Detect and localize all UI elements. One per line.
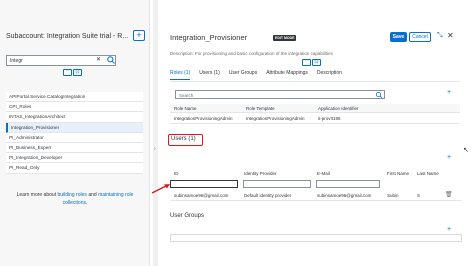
close-icon[interactable]: ✕: [447, 31, 454, 40]
user-groups-search-input[interactable]: [170, 234, 462, 242]
description-text: Description: For provisioning and basic …: [170, 51, 333, 56]
save-button[interactable]: Save: [390, 32, 407, 42]
exit-fullscreen-icon[interactable]: ⤡: [437, 32, 443, 40]
roles-search-input[interactable]: Search: [175, 90, 385, 99]
user-groups-heading: User Groups: [170, 213, 205, 219]
collapse-header-icon[interactable]: ⌃: [63, 69, 72, 76]
tab-user-groups[interactable]: User Groups: [229, 70, 257, 80]
role-collection-item-selected[interactable]: Integration_Provisioner: [6, 122, 143, 133]
clear-search-icon[interactable]: ✕: [96, 56, 101, 63]
column-header: Role Template: [246, 106, 275, 111]
building-roles-link[interactable]: building roles: [57, 192, 86, 198]
roles-table: Role Name Role Template Application Iden…: [170, 104, 460, 124]
search-icon[interactable]: [375, 91, 383, 99]
table-row[interactable]: subinsamoe96@gmail.com Default identity …: [170, 190, 462, 201]
learn-more-text: Learn more about building roles and main…: [6, 192, 144, 207]
email-input[interactable]: [316, 180, 380, 188]
mouse-cursor-icon: ↖: [463, 147, 469, 154]
role-collection-item[interactable]: PI_Business_Expert: [6, 142, 143, 154]
header-collapse-buttons: ⌃ ⊡: [63, 69, 82, 76]
add-role-icon[interactable]: +: [447, 89, 451, 96]
subaccount-title: Subaccount: Integration Suite trial - R.…: [6, 33, 129, 40]
cancel-button[interactable]: Cancel: [409, 32, 431, 42]
annotation-arrow-icon: [151, 184, 170, 194]
app-identifier-cell: it-prov!t196: [318, 116, 341, 121]
column-header: ID: [174, 171, 179, 176]
learn-more-suffix: .: [85, 199, 88, 206]
page-title: Integration_Provisioner: [170, 33, 248, 42]
tab-roles[interactable]: Roles (1): [170, 70, 191, 80]
table-row[interactable]: IntegrationProvisioningAdmin Integration…: [170, 113, 460, 124]
role-template-cell: IntegrationProvisioningAdmin: [246, 116, 305, 121]
users-table: ID Identity Provider E-Mail First Name L…: [170, 169, 462, 201]
tab-bar: Roles (1) Users (1) User Groups Attribut…: [170, 70, 342, 80]
panel-resize-handle[interactable]: [153, 0, 158, 266]
column-header: Application Identifier: [318, 106, 359, 111]
role-collection-item[interactable]: APIPortal.Service.CatalogIntegration: [6, 92, 143, 103]
tab-users[interactable]: Users (1): [199, 70, 220, 80]
pin-header-icon[interactable]: ⊡: [312, 59, 321, 66]
add-role-collection-button[interactable]: +: [133, 30, 145, 41]
search-icon[interactable]: [106, 55, 116, 65]
tab-description[interactable]: Description: [317, 70, 342, 80]
role-collection-list: APIPortal.Service.CatalogIntegration CPI…: [6, 92, 143, 174]
column-header: First Name: [387, 171, 410, 176]
email-cell: subinsamoe96@gmail.com: [317, 193, 372, 198]
roles-table-header: Role Name Role Template Application Iden…: [170, 104, 460, 113]
edit-mode-badge: EDIT MODE: [273, 35, 297, 41]
role-collections-panel: Subaccount: Integration Suite trial - R.…: [0, 0, 150, 266]
learn-more-mid: and: [86, 192, 99, 198]
new-user-input-row: [170, 178, 462, 190]
add-user-icon[interactable]: +: [447, 154, 451, 161]
column-header: Last Name: [417, 171, 439, 176]
pin-header-icon[interactable]: ⊡: [73, 69, 82, 76]
detail-collapse-buttons: ⌃ ⊡: [302, 59, 321, 66]
role-collection-detail: Integration_Provisioner EDIT MODE Save C…: [160, 0, 474, 266]
role-name-cell: IntegrationProvisioningAdmin: [174, 116, 233, 121]
user-id-cell: subinsamoe96@gmail.com: [174, 193, 229, 198]
column-header: Identity Provider: [244, 171, 277, 176]
last-name-cell: S: [417, 193, 421, 198]
users-section-heading: Users (1): [168, 134, 203, 146]
collapse-header-icon[interactable]: ⌃: [302, 59, 311, 66]
role-collection-item[interactable]: INTAS_IntegrationArchitect: [6, 112, 143, 123]
learn-more-prefix: Learn more about: [16, 192, 58, 198]
identity-provider-cell: Default identity provider: [244, 193, 292, 198]
role-collection-item[interactable]: PI_Administrator: [6, 132, 143, 143]
user-id-input[interactable]: [170, 180, 238, 188]
expand-arrow-icon[interactable]: ›: [154, 146, 156, 152]
first-name-cell: Subin: [387, 193, 399, 198]
role-collection-item[interactable]: PI_Read_Only: [6, 163, 143, 174]
role-collection-item[interactable]: CPI_Roles: [6, 102, 143, 113]
column-header: Role Name: [174, 106, 197, 111]
add-user-group-icon[interactable]: +: [447, 226, 451, 233]
identity-provider-input[interactable]: [243, 180, 311, 188]
delete-icon[interactable]: 🗑: [445, 190, 453, 200]
tab-attribute-mappings[interactable]: Attribute Mappings: [266, 70, 308, 80]
tab-underline: [170, 81, 460, 82]
column-header: E-Mail: [317, 171, 330, 176]
role-collection-item[interactable]: PI_Integration_Developer: [6, 153, 143, 164]
users-table-header: ID Identity Provider E-Mail First Name L…: [170, 169, 462, 178]
